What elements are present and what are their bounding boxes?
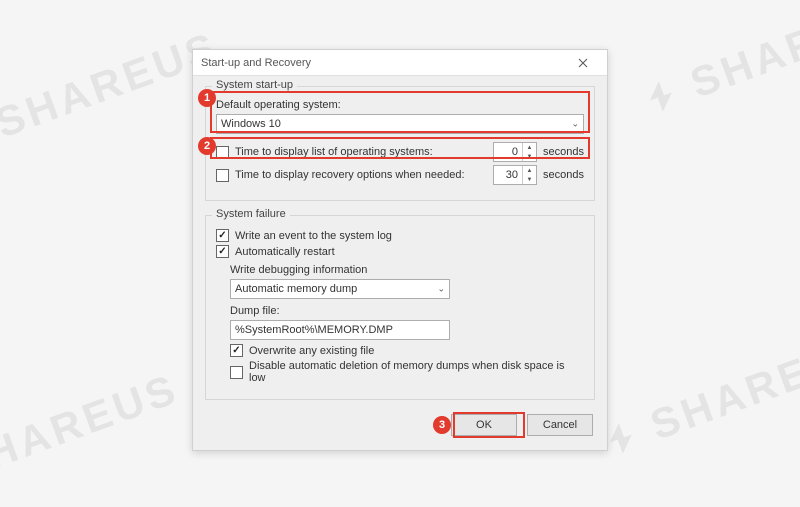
dump-file-label: Dump file:: [230, 305, 280, 317]
default-os-select[interactable]: Windows 10 ⌄: [216, 114, 584, 134]
disable-delete-checkbox[interactable]: [230, 366, 243, 379]
group-label-failure: System failure: [212, 208, 290, 220]
auto-restart-checkbox[interactable]: [216, 245, 229, 258]
time-list-spinner[interactable]: 0 ▲▼: [493, 142, 537, 162]
spinner-down-icon[interactable]: ▼: [523, 175, 536, 184]
seconds-label: seconds: [543, 169, 584, 181]
time-recovery-value: 30: [494, 166, 522, 184]
time-list-label: Time to display list of operating system…: [235, 146, 487, 158]
watermark: SHAREUS: [595, 325, 800, 468]
overwrite-checkbox[interactable]: [230, 344, 243, 357]
spinner-up-icon[interactable]: ▲: [523, 143, 536, 152]
default-os-label-row: Default operating system:: [216, 99, 584, 111]
spinner-up-icon[interactable]: ▲: [523, 166, 536, 175]
watermark: SHAREUS: [635, 0, 800, 125]
default-os-value: Windows 10: [221, 118, 281, 130]
time-recovery-checkbox[interactable]: [216, 169, 229, 182]
time-list-value: 0: [494, 143, 522, 161]
titlebar: Start-up and Recovery: [193, 50, 607, 76]
annotation-callout-3: 3: [433, 416, 451, 434]
overwrite-label: Overwrite any existing file: [249, 345, 374, 357]
default-os-label: Default operating system:: [216, 99, 341, 111]
system-failure-group: System failure Write an event to the sys…: [205, 215, 595, 400]
group-label-startup: System start-up: [212, 79, 297, 91]
cancel-button[interactable]: Cancel: [527, 414, 593, 436]
time-recovery-spinner[interactable]: 30 ▲▼: [493, 165, 537, 185]
spinner-down-icon[interactable]: ▼: [523, 152, 536, 161]
watermark: SHAREUS: [0, 365, 185, 507]
time-recovery-label: Time to display recovery options when ne…: [235, 169, 487, 181]
ok-button[interactable]: OK: [451, 414, 517, 436]
chevron-down-icon: ⌄: [571, 119, 579, 130]
debug-info-select[interactable]: Automatic memory dump ⌄: [230, 279, 450, 299]
system-startup-group: System start-up 1 Default operating syst…: [205, 86, 595, 201]
auto-restart-label: Automatically restart: [235, 246, 335, 258]
dump-file-value: %SystemRoot%\MEMORY.DMP: [235, 324, 393, 336]
close-button[interactable]: [567, 53, 599, 73]
chevron-down-icon: ⌄: [437, 284, 445, 295]
dialog-button-row: 3 OK Cancel: [205, 414, 595, 436]
disable-delete-label: Disable automatic deletion of memory dum…: [249, 360, 584, 384]
close-icon: [578, 58, 588, 68]
write-event-label: Write an event to the system log: [235, 230, 392, 242]
startup-recovery-dialog: Start-up and Recovery System start-up 1 …: [192, 49, 608, 451]
annotation-callout-1: 1: [198, 89, 216, 107]
time-list-checkbox[interactable]: [216, 146, 229, 159]
annotation-callout-2: 2: [198, 137, 216, 155]
debug-info-label: Write debugging information: [230, 264, 367, 276]
debug-info-value: Automatic memory dump: [235, 283, 357, 295]
dump-file-input[interactable]: %SystemRoot%\MEMORY.DMP: [230, 320, 450, 340]
seconds-label: seconds: [543, 146, 584, 158]
dialog-title: Start-up and Recovery: [201, 57, 567, 69]
write-event-checkbox[interactable]: [216, 229, 229, 242]
